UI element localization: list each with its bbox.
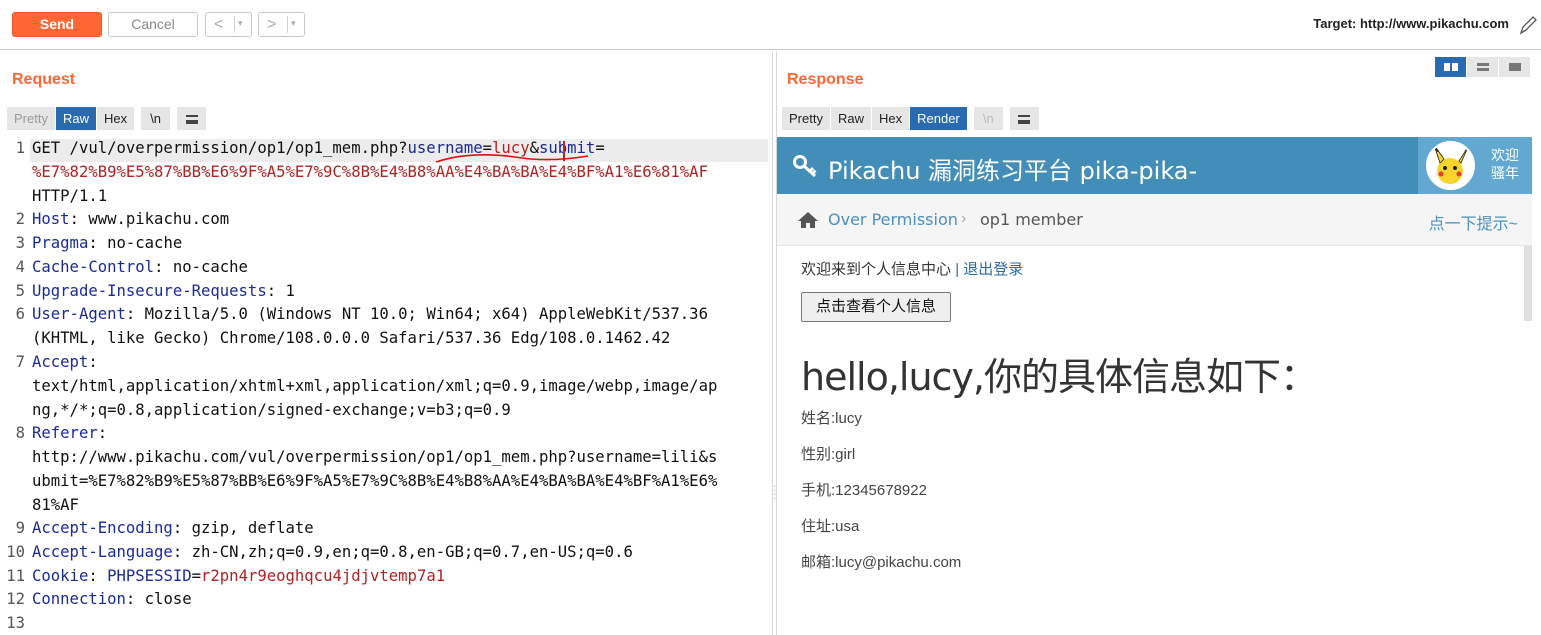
tab-pretty[interactable]: Pretty (782, 107, 831, 130)
send-button[interactable]: Send (12, 12, 102, 37)
scrollbar[interactable] (1524, 246, 1532, 321)
line-number: 7 (15, 353, 25, 371)
side-by-side-view-button[interactable] (1435, 57, 1467, 77)
pencil-icon[interactable] (1517, 13, 1537, 37)
line-number: 3 (15, 234, 25, 252)
dropdown-arrow-icon[interactable]: ▾ (291, 18, 296, 29)
line-number: 11 (6, 567, 25, 585)
tab-hex[interactable]: Hex (871, 107, 911, 130)
cookie-name: PHPSESSID (107, 567, 192, 585)
request-editor[interactable]: 1 2 3 4 5 6 7 8 9 10 11 12 13 GET /vul/o… (0, 138, 772, 635)
breadcrumb: Over Permission › op1 member 点一下提示~ (777, 194, 1532, 246)
site-title: Pikachu 漏洞练习平台 pika-pika- (828, 157, 1198, 185)
chevron-right-icon: > (267, 16, 277, 33)
header-referer-cont: ubmit=%E7%82%B9%E5%87%BB%E6%9F%A5%E7%9C%… (32, 472, 718, 490)
view-info-button[interactable]: 点击查看个人信息 (801, 292, 951, 322)
hint-link[interactable]: 点一下提示~ (1429, 210, 1518, 234)
header-user-agent: User-Agent: Mozilla/5.0 (Windows NT 10.0… (32, 305, 708, 323)
header-accept-encoding: Accept-Encoding: gzip, deflate (32, 519, 314, 537)
back-button[interactable]: < ▾ (205, 12, 252, 37)
hamburger-icon (1018, 115, 1031, 125)
header-referer-cont: http://www.pikachu.com/vul/overpermissio… (32, 448, 718, 466)
line-number: 13 (6, 614, 25, 632)
welcome-text: 欢迎骚年 (1491, 147, 1519, 181)
info-center-line: 欢迎来到个人信息中心 | 退出登录 (801, 261, 1024, 278)
http-version: HTTP/1.1 (32, 187, 108, 205)
site-header: Pikachu 漏洞练习平台 pika-pika- 欢迎骚年 (777, 137, 1532, 194)
header-cache-control: Cache-Control: no-cache (32, 258, 248, 276)
hamburger-icon (185, 115, 198, 125)
header-pragma: Pragma: no-cache (32, 234, 183, 252)
line-number: 2 (15, 210, 25, 228)
tab-raw[interactable]: Raw (55, 107, 97, 130)
header-upgrade-insecure: Upgrade-Insecure-Requests: 1 (32, 282, 295, 300)
header-accept-cont: text/html,application/xhtml+xml,applicat… (32, 377, 718, 395)
breadcrumb-link[interactable]: Over Permission (828, 210, 958, 229)
header-accept: Accept: (32, 353, 98, 371)
header-referer-cont: 81%AF (32, 496, 79, 514)
avatar (1426, 141, 1475, 190)
drag-handle-icon[interactable]: · · · · (773, 482, 776, 504)
menu-button[interactable] (1009, 107, 1040, 130)
chevron-left-icon: < (214, 16, 224, 33)
rendered-page: Pikachu 漏洞练习平台 pika-pika- 欢迎骚年 Over Perm… (777, 137, 1532, 635)
logout-link[interactable]: 退出登录 (963, 261, 1023, 278)
tab-raw[interactable]: Raw (830, 107, 872, 130)
tab-newline-toggle[interactable]: \n (973, 107, 1004, 130)
line-number: 6 (15, 305, 25, 323)
cancel-button[interactable]: Cancel (108, 12, 198, 37)
line-number: 12 (6, 590, 25, 608)
header-user-agent-cont: (KHTML, like Gecko) Chrome/108.0.0.0 Saf… (32, 329, 671, 347)
breadcrumb-separator-icon: › (961, 210, 967, 227)
menu-button[interactable] (177, 107, 208, 130)
line-number: 8 (15, 424, 25, 442)
request-panel: Request Pretty Raw Hex \n 1 2 3 4 5 6 7 … (0, 51, 772, 635)
hello-heading: hello,lucy,你的具体信息如下： (801, 355, 1318, 399)
header-host: Host: www.pikachu.com (32, 210, 230, 228)
top-toolbar: Send Cancel < ▾ > ▾ Target: http://www.p… (0, 0, 1541, 50)
field-address: 住址:usa (801, 518, 860, 535)
home-icon[interactable] (797, 211, 819, 229)
cookie-value: r2pn4r9eoghqcu4jdjvtemp7a1 (201, 567, 446, 585)
line-number: 1 (15, 139, 25, 157)
header-referer: Referer: (32, 424, 108, 442)
field-gender: 性别:girl (801, 446, 856, 463)
encoded-param-value: %E7%82%B9%E5%87%BB%E6%9F%A5%E7%9C%8B%E4%… (32, 163, 708, 181)
response-tabs: Pretty Raw Hex Render \n (782, 107, 1040, 130)
tab-hex[interactable]: Hex (96, 107, 136, 130)
target-label: Target: http://www.pikachu.com (1313, 16, 1509, 31)
stacked-view-button[interactable] (1467, 57, 1499, 77)
request-tabs: Pretty Raw Hex \n (7, 107, 208, 130)
forward-button[interactable]: > ▾ (258, 12, 305, 37)
header-accept-language: Accept-Language: zh-CN,zh;q=0.9,en;q=0.8… (32, 543, 633, 561)
response-panel: Response Pretty Raw Hex Render \n Pikach… (777, 51, 1541, 635)
field-email: 邮箱:lucy@pikachu.com (801, 554, 962, 571)
breadcrumb-current: op1 member (980, 210, 1083, 229)
header-connection: Connection: close (32, 590, 192, 608)
pikachu-avatar-icon (1433, 144, 1469, 184)
line-number: 5 (15, 282, 25, 300)
tab-render[interactable]: Render (910, 107, 968, 130)
header-accept-cont: ng,*/*;q=0.8,application/signed-exchange… (32, 401, 511, 419)
dropdown-arrow-icon[interactable]: ▾ (238, 18, 243, 29)
request-title: Request (12, 71, 76, 88)
single-view-button[interactable] (1499, 57, 1531, 77)
user-box[interactable]: 欢迎骚年 (1418, 137, 1532, 194)
tab-newline-toggle[interactable]: \n (141, 107, 172, 130)
layout-toggle (1435, 57, 1531, 77)
line-number: 9 (15, 519, 25, 537)
tab-pretty[interactable]: Pretty (7, 107, 56, 130)
key-icon (793, 155, 817, 178)
response-title: Response (787, 71, 864, 88)
line-number: 4 (15, 258, 25, 276)
line-number: 10 (6, 543, 25, 561)
field-phone: 手机:12345678922 (801, 482, 927, 499)
header-cookie: Cookie: PHPSESSID=r2pn4r9eoghqcu4jdjvtem… (32, 567, 446, 585)
field-name: 姓名:lucy (801, 410, 862, 427)
